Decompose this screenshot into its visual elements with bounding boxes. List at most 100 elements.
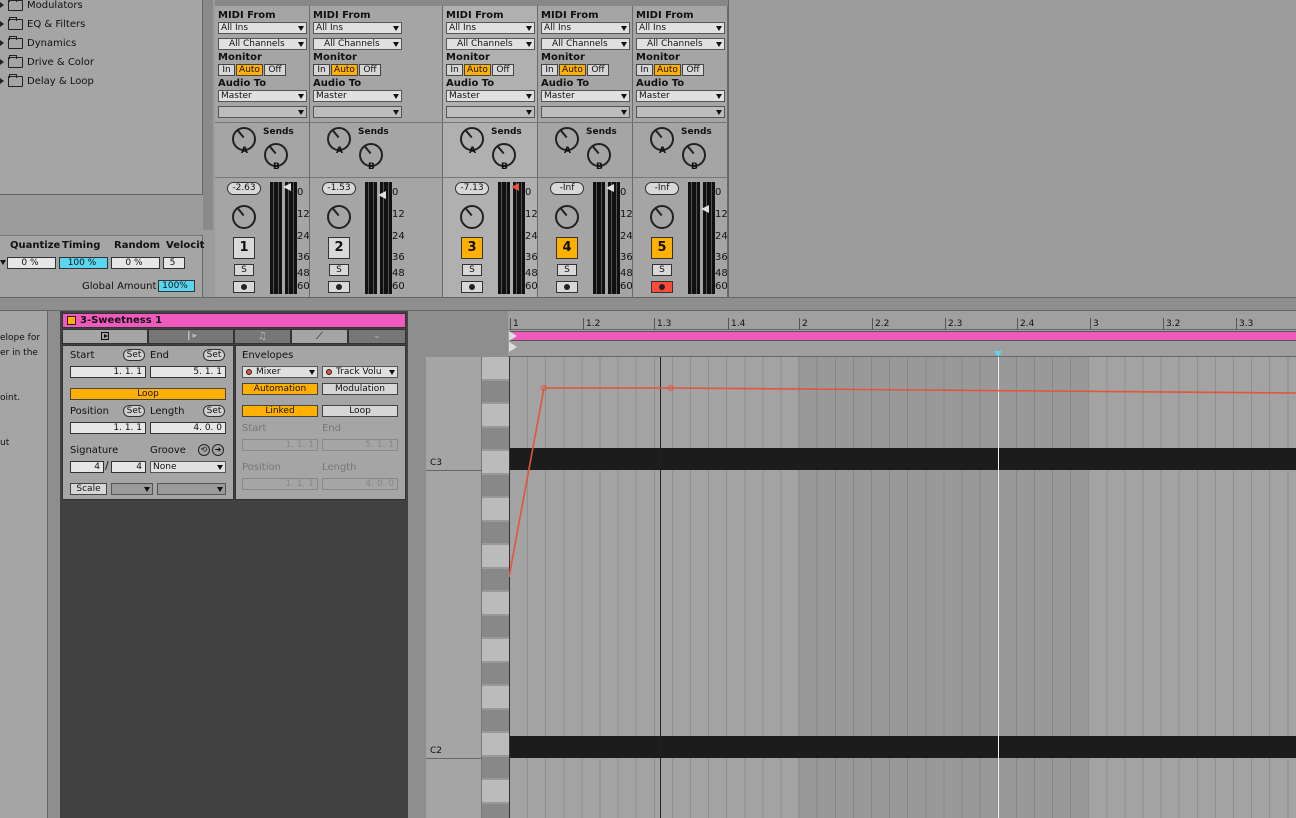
browser-item[interactable]: EQ & Filters [0, 15, 85, 33]
audio-output-select[interactable]: Master [636, 90, 725, 102]
automation-line[interactable] [509, 387, 1296, 578]
pan-knob[interactable] [232, 205, 256, 229]
automation-envelope[interactable] [509, 357, 1296, 818]
loop-toggle[interactable]: Loop [70, 388, 226, 400]
piano-keys[interactable] [482, 357, 509, 818]
envelope-device-select[interactable]: Mixer [242, 366, 318, 378]
audio-output-channel-select[interactable] [446, 106, 535, 118]
track-header-strip[interactable] [215, 0, 310, 6]
arm-button[interactable] [328, 281, 350, 293]
start-field[interactable]: 1. 1. 1 [70, 366, 146, 378]
clip-tab-sample[interactable]: ❙▸ [148, 329, 234, 344]
scale-button[interactable]: Scale [70, 483, 107, 495]
envelope-param-select[interactable]: Track Volu [322, 366, 398, 378]
clip-color-swatch[interactable] [67, 316, 76, 325]
monitor-auto-button[interactable]: Auto [654, 64, 681, 76]
groove-select[interactable]: None [150, 461, 226, 473]
volume-value[interactable]: -7.13 [455, 182, 489, 195]
arm-button[interactable] [556, 281, 578, 293]
audio-output-select[interactable]: Master [218, 90, 307, 102]
volume-fader-handle[interactable] [283, 183, 291, 191]
expand-arrow-icon[interactable] [0, 59, 4, 65]
track-activator-button[interactable]: 5 [651, 237, 673, 259]
monitor-in-button[interactable]: In [218, 64, 235, 76]
expand-arrow-icon[interactable] [0, 40, 4, 46]
browser-item[interactable]: Modulators [0, 0, 83, 14]
modulation-button[interactable]: Modulation [322, 383, 398, 395]
monitor-auto-button[interactable]: Auto [331, 64, 358, 76]
start-set-button[interactable]: Set [123, 349, 145, 361]
track-header-strip[interactable] [310, 0, 443, 6]
browser-item[interactable]: Delay & Loop [0, 72, 94, 90]
expand-arrow-icon[interactable] [0, 21, 4, 27]
clip-tab-clip[interactable] [62, 329, 148, 344]
loop-start-marker[interactable] [509, 331, 517, 341]
volume-fader-handle[interactable] [511, 183, 519, 191]
arm-button[interactable] [461, 281, 483, 293]
clip-title-bar[interactable]: 3-Sweetness 1 [62, 313, 406, 328]
envelope-loop-button[interactable]: Loop [322, 405, 398, 417]
midi-input-select[interactable]: All Ins [313, 22, 402, 34]
groove-value-field[interactable]: 100 % [59, 257, 108, 269]
midi-input-select[interactable]: All Ins [218, 22, 307, 34]
solo-button[interactable]: S [234, 264, 254, 276]
audio-output-channel-select[interactable] [218, 106, 307, 118]
solo-button[interactable]: S [557, 264, 577, 276]
length-field[interactable]: 4. 0. 0 [150, 422, 226, 434]
scale-root-select[interactable] [111, 483, 153, 495]
monitor-auto-button[interactable]: Auto [559, 64, 586, 76]
groove-commit-icon[interactable]: ➜ [212, 444, 224, 456]
clip-tab-notes[interactable]: ♫ [234, 329, 291, 344]
midi-channel-select[interactable]: All Channels [218, 38, 307, 50]
track-header-strip[interactable] [633, 0, 728, 6]
end-field[interactable]: 5. 1. 1 [150, 366, 226, 378]
monitor-off-button[interactable]: Off [359, 64, 381, 76]
track-activator-button[interactable]: 1 [233, 237, 255, 259]
monitor-in-button[interactable]: In [313, 64, 330, 76]
volume-value[interactable]: -2.63 [227, 182, 261, 195]
position-field[interactable]: 1. 1. 1 [70, 422, 146, 434]
midi-channel-select[interactable]: All Channels [541, 38, 630, 50]
audio-output-channel-select[interactable] [313, 106, 402, 118]
position-set-button[interactable]: Set [123, 405, 145, 417]
groove-hot-swap-icon[interactable]: ⟲ [198, 444, 210, 456]
audio-output-channel-select[interactable] [636, 106, 725, 118]
solo-button[interactable]: S [462, 264, 482, 276]
volume-fader-handle[interactable] [378, 191, 386, 199]
volume-fader-handle[interactable] [606, 184, 614, 192]
track-header-strip[interactable] [443, 0, 538, 6]
volume-value[interactable]: -Inf [645, 182, 679, 195]
view-divider[interactable] [0, 297, 1296, 311]
pan-knob[interactable] [327, 205, 351, 229]
track-header-strip[interactable] [538, 0, 633, 6]
clip-tab-mpe[interactable]: ⌄ [348, 329, 406, 344]
pan-knob[interactable] [555, 205, 579, 229]
volume-fader-handle[interactable] [701, 205, 709, 213]
clip-tab-envelopes[interactable]: ⟋ [291, 329, 348, 344]
audio-output-select[interactable]: Master [313, 90, 402, 102]
signature-denominator[interactable]: 4 [111, 461, 146, 473]
pan-knob[interactable] [460, 205, 484, 229]
midi-input-select[interactable]: All Ins [446, 22, 535, 34]
midi-channel-select[interactable]: All Channels [446, 38, 535, 50]
audio-output-select[interactable]: Master [541, 90, 630, 102]
loop-brace[interactable] [509, 331, 1296, 341]
pan-knob[interactable] [650, 205, 674, 229]
audio-output-channel-select[interactable] [541, 106, 630, 118]
automation-button[interactable]: Automation [242, 383, 318, 395]
start-marker[interactable] [509, 342, 517, 352]
monitor-in-button[interactable]: In [541, 64, 558, 76]
midi-input-select[interactable]: All Ins [541, 22, 630, 34]
browser-item[interactable]: Drive & Color [0, 53, 94, 71]
monitor-off-button[interactable]: Off [264, 64, 286, 76]
linked-button[interactable]: Linked [242, 405, 318, 417]
monitor-auto-button[interactable]: Auto [464, 64, 491, 76]
solo-button[interactable]: S [329, 264, 349, 276]
track-activator-button[interactable]: 3 [461, 237, 483, 259]
audio-output-select[interactable]: Master [446, 90, 535, 102]
groove-value-field[interactable]: 0 % [111, 257, 160, 269]
volume-value[interactable]: -1.53 [322, 182, 356, 195]
expand-arrow-icon[interactable] [0, 78, 4, 84]
monitor-off-button[interactable]: Off [492, 64, 514, 76]
arm-button[interactable] [233, 281, 255, 293]
